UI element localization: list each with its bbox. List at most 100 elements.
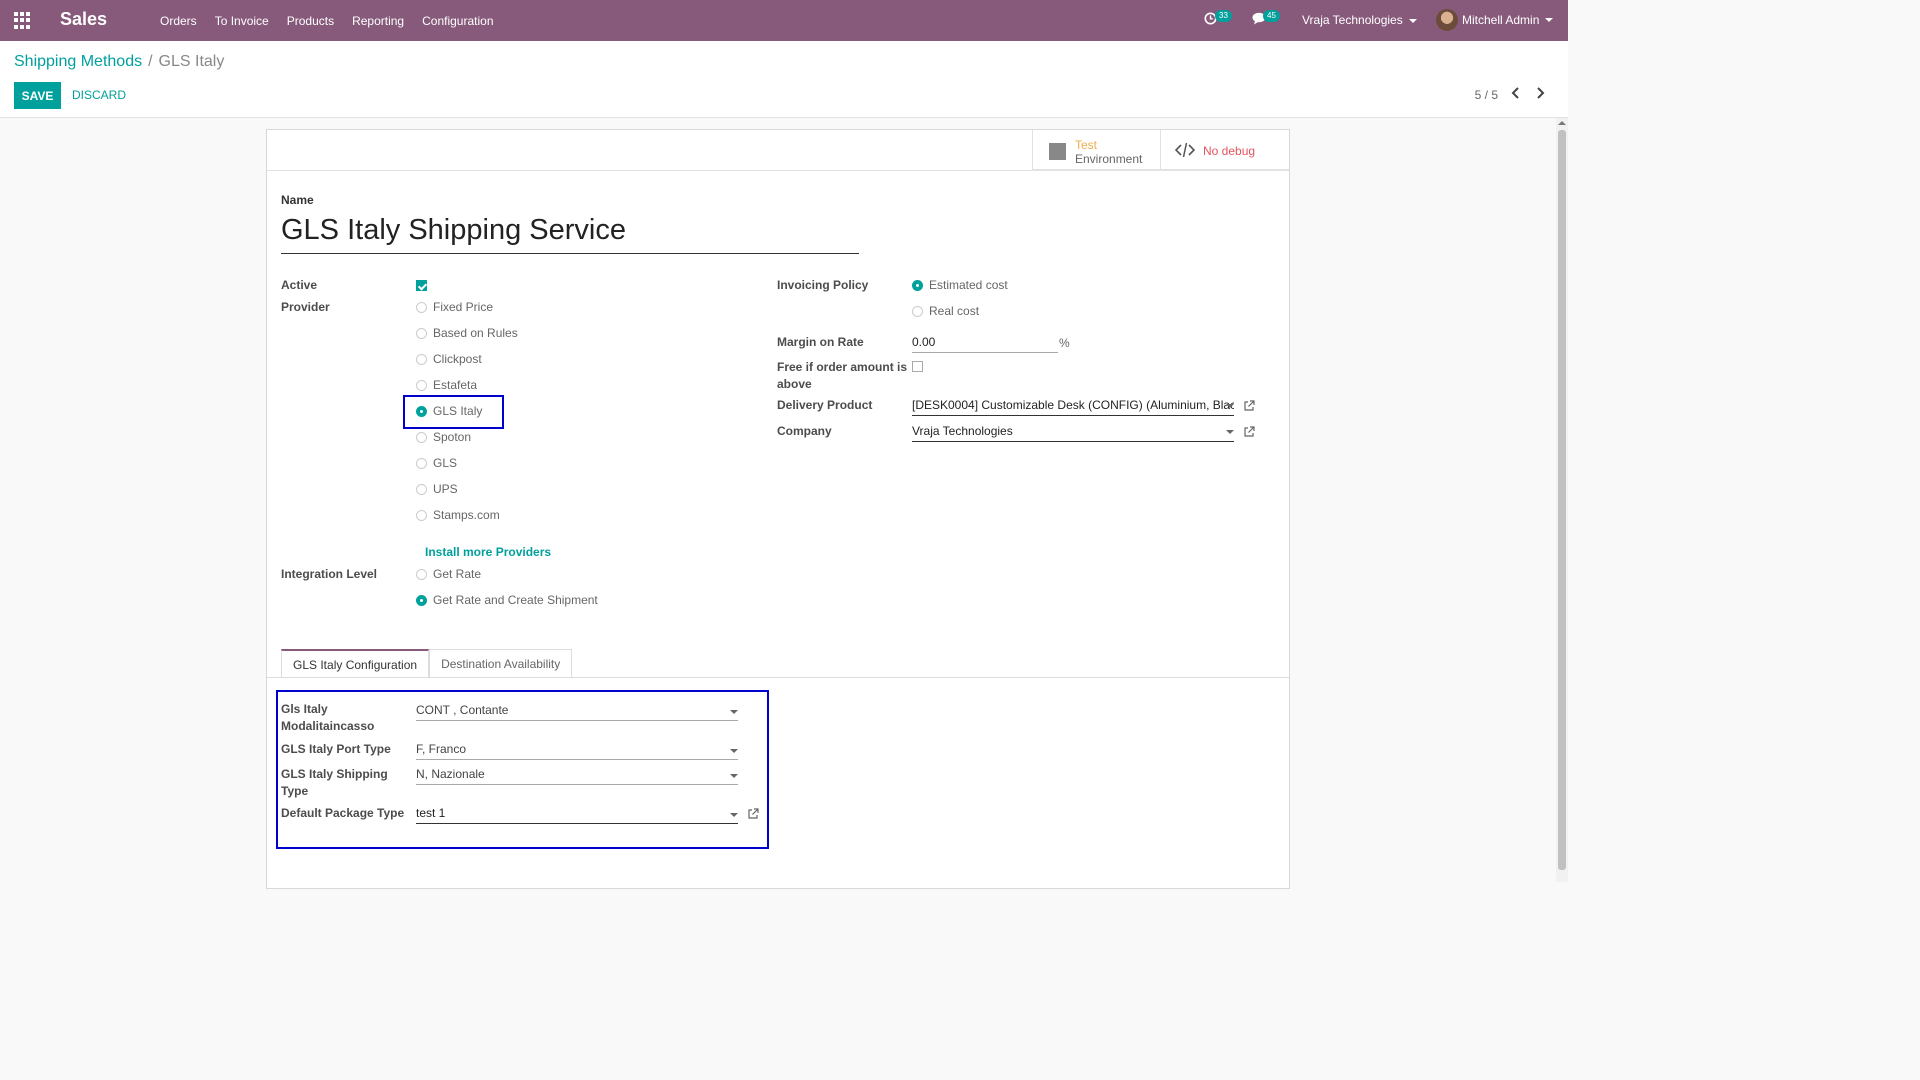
name-input[interactable]: GLS Italy Shipping Service (281, 212, 859, 254)
notebook-tabs: GLS Italy Configuration Destination Avai… (281, 649, 573, 677)
menu-reporting[interactable]: Reporting (343, 14, 413, 28)
integration-option-create-shipment[interactable]: Get Rate and Create Shipment (416, 593, 598, 607)
vertical-scrollbar[interactable] (1556, 118, 1568, 882)
environment-label: Environment (1075, 152, 1143, 166)
scrollbar-thumb[interactable] (1558, 130, 1566, 870)
dropdown-caret-icon[interactable] (1226, 430, 1234, 434)
margin-on-rate-label: Margin on Rate (777, 335, 864, 349)
invoicing-option-label: Real cost (929, 304, 980, 318)
active-label: Active (281, 278, 318, 292)
provider-option-gls[interactable]: GLS (416, 456, 457, 470)
breadcrumb: Shipping Methods / GLS Italy (14, 53, 224, 71)
provider-option-ups[interactable]: UPS (416, 482, 458, 496)
integration-level-label: Integration Level (281, 567, 378, 581)
integration-option-label: Get Rate (433, 567, 482, 581)
menu-products[interactable]: Products (278, 14, 343, 28)
provider-option-label: Estafeta (433, 378, 478, 392)
free-if-above-label-line2: above (777, 377, 812, 391)
radio-icon (416, 301, 427, 313)
radio-icon (416, 509, 427, 521)
chevron-right-icon[interactable] (1534, 86, 1546, 100)
provider-option-label: GLS (433, 456, 458, 470)
top-navbar: Sales Orders To Invoice Products Reporti… (0, 0, 1568, 41)
company-label: Company (777, 424, 832, 438)
environment-button[interactable]: Test Environment (1033, 130, 1161, 170)
breadcrumb-separator: / (148, 53, 153, 70)
delivery-product-input[interactable]: [DESK0004] Customizable Desk (CONFIG) (A… (912, 396, 1234, 416)
provider-option-fixed-price[interactable]: Fixed Price (416, 300, 493, 314)
provider-label: Provider (281, 300, 330, 314)
integration-option-get-rate[interactable]: Get Rate (416, 567, 481, 581)
messages-count-badge: 45 (1263, 10, 1280, 22)
radio-icon (416, 379, 427, 391)
environment-test-label: Test (1075, 138, 1098, 152)
provider-option-stamps[interactable]: Stamps.com (416, 508, 500, 522)
external-link-icon[interactable] (1243, 400, 1255, 412)
messages-icon[interactable]: 45 (1252, 10, 1280, 28)
discard-button[interactable]: DISCARD (72, 88, 126, 102)
provider-option-label: Spoton (433, 430, 472, 444)
user-name: Mitchell Admin (1462, 13, 1540, 27)
invoicing-option-label: Estimated cost (929, 278, 1008, 292)
radio-icon (912, 305, 923, 317)
menu-configuration[interactable]: Configuration (413, 14, 502, 28)
activity-clock-icon[interactable]: 33 (1204, 10, 1232, 28)
radio-selected-icon (416, 594, 427, 606)
user-menu[interactable]: Mitchell Admin (1436, 9, 1554, 31)
scroll-up-arrow-icon[interactable] (1558, 121, 1566, 125)
delivery-product-label: Delivery Product (777, 398, 873, 412)
menu-to-invoice[interactable]: To Invoice (206, 14, 278, 28)
menu-orders[interactable]: Orders (151, 14, 206, 28)
company-input[interactable]: Vraja Technologies (912, 422, 1234, 442)
caret-down-icon (1408, 18, 1417, 23)
provider-option-estafeta[interactable]: Estafeta (416, 378, 477, 392)
debug-button[interactable]: No debug (1161, 130, 1289, 170)
provider-option-spoton[interactable]: Spoton (416, 430, 471, 444)
debug-label: No debug (1203, 144, 1256, 158)
provider-option-label: Fixed Price (433, 300, 494, 314)
tab-destination-availability[interactable]: Destination Availability (429, 649, 573, 677)
external-link-icon[interactable] (1243, 426, 1255, 438)
environment-square-icon (1049, 143, 1066, 160)
radio-icon (416, 327, 427, 339)
main-menu: Orders To Invoice Products Reporting Con… (151, 0, 503, 41)
save-button[interactable]: SAVE (14, 82, 61, 109)
button-box: Test Environment No debug (1032, 130, 1289, 170)
name-label: Name (281, 193, 314, 207)
provider-option-label: Based on Rules (433, 326, 518, 340)
pager-value[interactable]: 5 / 5 (1475, 88, 1498, 102)
free-if-above-label-line1: Free if order amount is (777, 360, 908, 374)
radio-icon (416, 568, 427, 580)
invoicing-option-real[interactable]: Real cost (912, 304, 979, 318)
breadcrumb-shipping-methods[interactable]: Shipping Methods (14, 53, 142, 70)
breadcrumb-current: GLS Italy (158, 53, 225, 70)
free-if-above-checkbox[interactable] (912, 361, 923, 372)
provider-option-based-on-rules[interactable]: Based on Rules (416, 326, 518, 340)
active-checkbox[interactable] (416, 280, 427, 291)
margin-on-rate-input[interactable]: 0.00 (912, 333, 1058, 353)
provider-option-clickpost[interactable]: Clickpost (416, 352, 482, 366)
tabs-divider (267, 677, 1289, 678)
gls-italy-highlight-box (403, 395, 504, 429)
chevron-left-icon[interactable] (1510, 86, 1522, 100)
radio-selected-icon (912, 279, 923, 291)
radio-icon (416, 483, 427, 495)
radio-icon (416, 457, 427, 469)
company-switcher-label: Vraja Technologies (1302, 13, 1403, 27)
invoicing-option-estimated[interactable]: Estimated cost (912, 278, 1008, 292)
header-divider (267, 170, 1289, 171)
form-sheet: Test Environment No debug Name GLS Italy… (266, 129, 1290, 889)
provider-option-label: Stamps.com (433, 508, 500, 522)
company-switcher[interactable]: Vraja Technologies (1302, 13, 1417, 27)
tab-gls-italy-configuration[interactable]: GLS Italy Configuration (281, 649, 430, 677)
provider-option-label: Clickpost (433, 352, 482, 366)
control-panel: Shipping Methods / GLS Italy SAVE DISCARD … (0, 41, 1568, 118)
dropdown-caret-icon[interactable] (1226, 404, 1234, 408)
free-if-above-label: Free if order amount is above (777, 359, 907, 393)
radio-icon (416, 353, 427, 365)
apps-menu-icon[interactable] (14, 12, 31, 29)
avatar (1436, 9, 1458, 31)
app-name[interactable]: Sales (60, 9, 107, 30)
install-more-providers-link[interactable]: Install more Providers (425, 545, 551, 559)
invoicing-policy-label: Invoicing Policy (777, 278, 869, 292)
